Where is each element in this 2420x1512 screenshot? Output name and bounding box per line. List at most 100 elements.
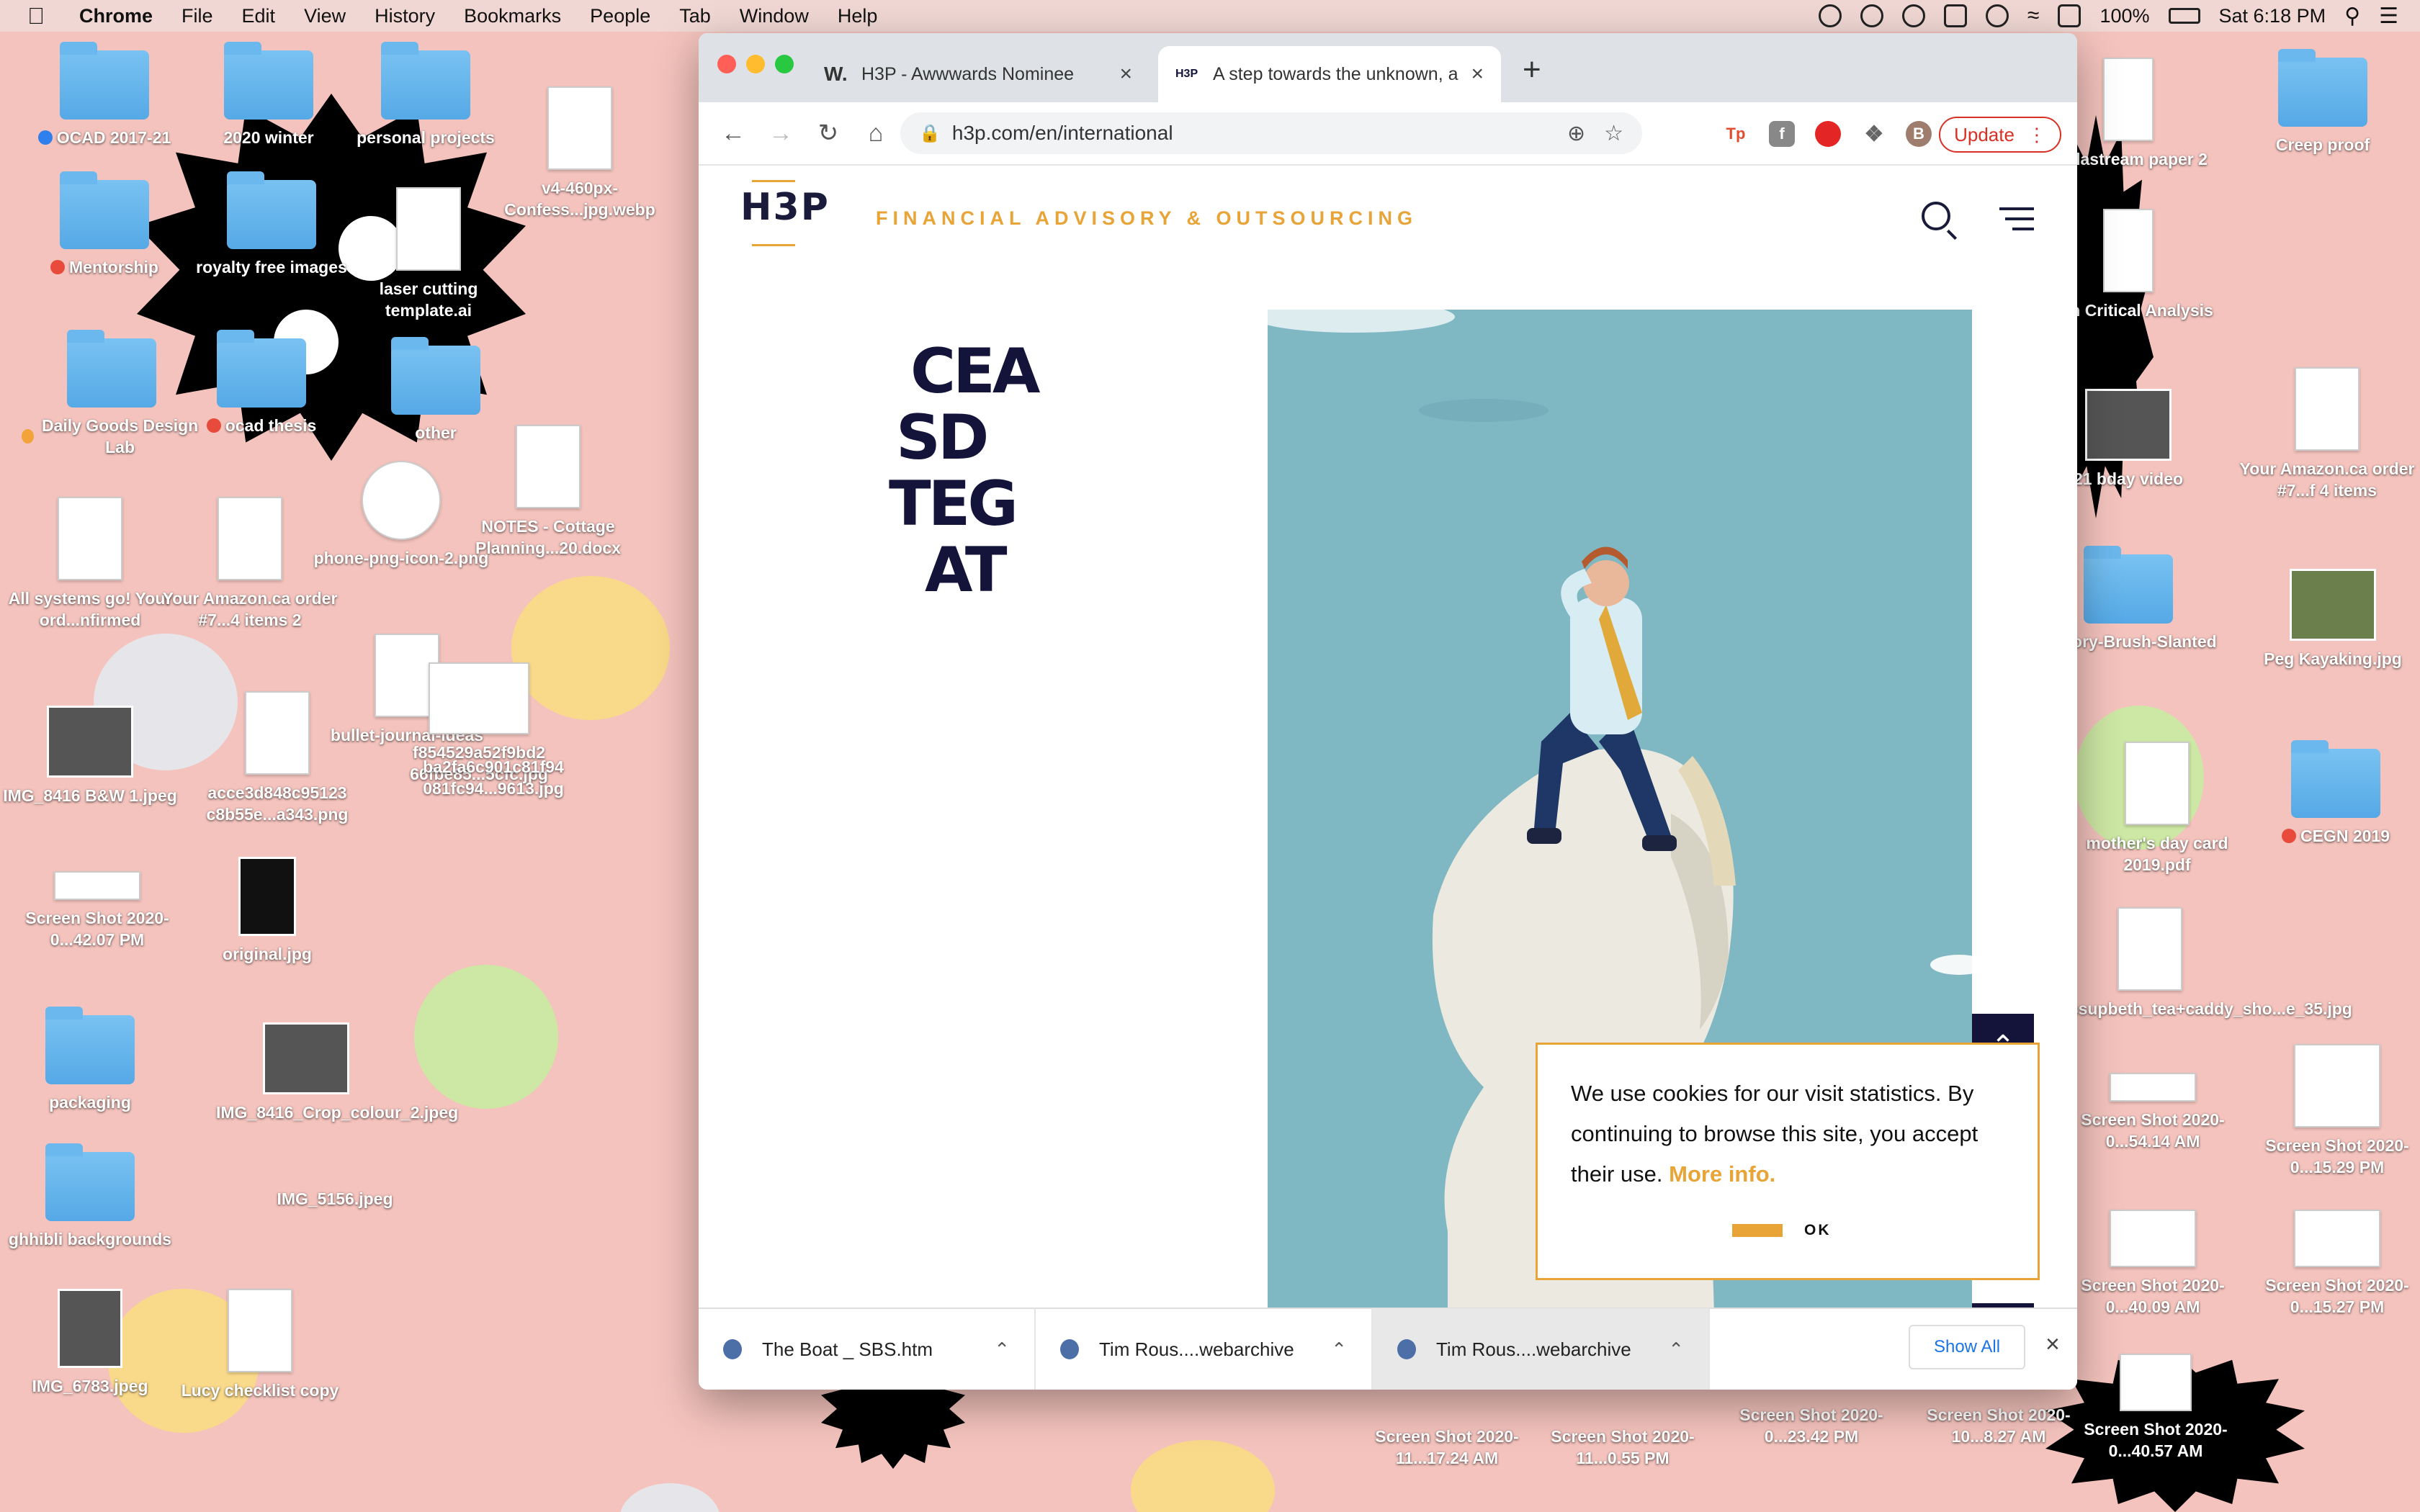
menu-tab[interactable]: Tab	[679, 5, 711, 27]
document-icon	[245, 691, 310, 775]
desktop-folder-personal-projects[interactable]: personal projects	[336, 42, 516, 148]
facebook-extension-icon[interactable]: f	[1769, 121, 1795, 147]
chevron-up-icon[interactable]: ⌃	[1668, 1338, 1684, 1361]
zoom-window-button[interactable]	[775, 55, 794, 73]
site-search-icon[interactable]	[1922, 202, 1950, 230]
bookmark-star-icon[interactable]: ☆	[1604, 121, 1623, 146]
desktop-folder-ocad-thesis[interactable]: ocad thesis	[171, 330, 351, 436]
spotlight-search-icon[interactable]: ⚲	[2344, 4, 2360, 29]
menu-people[interactable]: People	[590, 5, 650, 27]
tab-h3p[interactable]: H3P A step towards the unknown, a ×	[1158, 46, 1501, 102]
apple-menu-icon[interactable]: 	[27, 3, 49, 30]
download-item[interactable]: Tim Rous....webarchive ⌃	[1036, 1308, 1373, 1390]
desktop-file-laser-cutting[interactable]: laser cutting template.ai	[339, 187, 519, 321]
reload-button[interactable]: ↻	[815, 119, 841, 148]
extensions-puzzle-icon[interactable]: ❖	[1861, 121, 1887, 147]
chevron-up-icon[interactable]: ⌃	[994, 1338, 1010, 1361]
clock[interactable]: Sat 6:18 PM	[2219, 5, 2326, 27]
time-machine-icon[interactable]	[1985, 4, 2009, 27]
tp-extension-icon[interactable]: Tp	[1723, 121, 1749, 147]
desktop-file-mothers-day[interactable]: mother's day card 2019.pdf	[2067, 742, 2247, 876]
image-thumbnail-icon	[47, 706, 133, 778]
minimize-window-button[interactable]	[746, 55, 765, 73]
creative-cloud-icon[interactable]	[1818, 4, 1842, 27]
download-item[interactable]: The Boat _ SBS.htm ⌃	[699, 1308, 1036, 1390]
desktop-file-screenshot-4009[interactable]: Screen Shot 2020-0...40.09 AM	[2063, 1210, 2243, 1318]
desktop-file-screenshot-1527[interactable]: Screen Shot 2020-0...15.27 PM	[2247, 1210, 2420, 1318]
update-button[interactable]: Update ⋮	[1939, 117, 2061, 153]
adobe-icon[interactable]	[1901, 4, 1925, 27]
desktop-file-screenshot-0055[interactable]: Screen Shot 2020-11...0.55 PM	[1533, 1418, 1713, 1469]
forward-button[interactable]: →	[768, 120, 794, 148]
desktop-folder-ocad[interactable]: OCAD 2017-21	[14, 42, 194, 148]
desktop-file-img-5156[interactable]: IMG_5156.jpeg	[245, 1181, 425, 1210]
desktop-file-screenshot-0827[interactable]: Screen Shot 2020-10...8.27 AM	[1909, 1397, 2089, 1447]
desktop-file-amazon-order-4[interactable]: Your Amazon.ca order #7...f 4 items	[2237, 367, 2417, 501]
menu-help[interactable]: Help	[838, 5, 878, 27]
menu-app-chrome[interactable]: Chrome	[79, 5, 153, 27]
address-bar[interactable]: 🔒 h3p.com/en/international ⊕ ☆	[900, 112, 1642, 154]
desktop-file-amazon-order[interactable]: Your Amazon.ca order #7...4 items 2	[160, 497, 340, 631]
desktop-file-ba2fa6[interactable]: ba2fa6c901c81f94 081fc94...9613.jpg	[403, 749, 583, 799]
desktop-folder-creep-proof[interactable]: Creep proof	[2233, 49, 2413, 156]
image-thumbnail-icon	[238, 857, 296, 936]
show-all-downloads-button[interactable]: Show All	[1909, 1325, 2025, 1369]
bbedit-icon[interactable]	[1943, 4, 1967, 27]
desktop-folder-royalty-free[interactable]: royalty free images	[182, 171, 362, 278]
adblock-extension-icon[interactable]	[1815, 121, 1841, 147]
hamburger-menu-icon[interactable]	[1999, 207, 2034, 238]
menu-edit[interactable]: Edit	[242, 5, 276, 27]
menu-view[interactable]: View	[304, 5, 346, 27]
add-icon[interactable]: ⊕	[1567, 121, 1585, 146]
battery-icon[interactable]	[2168, 8, 2200, 24]
new-tab-button[interactable]: +	[1523, 52, 1541, 88]
chevron-up-icon[interactable]: ⌃	[1331, 1338, 1347, 1361]
menu-window[interactable]: Window	[740, 5, 809, 27]
back-button[interactable]: ←	[720, 120, 746, 148]
h3p-logo[interactable]: H3P	[740, 180, 830, 246]
desktop-file-img-8416-crop[interactable]: IMG_8416_Crop_colour_2.jpeg	[216, 1022, 458, 1123]
url-text[interactable]: h3p.com/en/international	[952, 122, 1549, 145]
notification-center-icon[interactable]: ☰	[2379, 4, 2398, 29]
wifi-icon[interactable]: ≈	[2027, 4, 2039, 28]
desktop-file-essupbeth[interactable]: essupbeth_tea+caddy_sho...e_35.jpg	[2060, 907, 2352, 1020]
home-button[interactable]: ⌂	[863, 120, 889, 148]
desktop-folder-mentorship[interactable]: Mentorship	[14, 171, 194, 278]
close-downloads-bar-icon[interactable]: ×	[2045, 1331, 2060, 1359]
site-tagline: FINANCIAL ADVISORY & OUTSOURCING	[876, 207, 1418, 229]
profile-avatar[interactable]: B	[1906, 121, 1932, 147]
desktop-file-screenshot-2342[interactable]: Screen Shot 2020-0...23.42 PM	[1721, 1397, 1901, 1447]
menu-bookmarks[interactable]: Bookmarks	[464, 5, 561, 27]
menu-history[interactable]: History	[375, 5, 435, 27]
lock-icon[interactable]: 🔒	[919, 123, 941, 144]
vpn-icon[interactable]	[1860, 4, 1883, 27]
desktop-file-original-jpg[interactable]: original.jpg	[177, 857, 357, 965]
desktop-folder-packaging[interactable]: packaging	[0, 1007, 180, 1113]
desktop-file-all-systems-go[interactable]: All systems go! Your ord...nfirmed	[0, 497, 180, 631]
file-icon	[1060, 1339, 1079, 1359]
close-window-button[interactable]	[717, 55, 736, 73]
desktop-folder-cegn[interactable]: CEGN 2019	[2246, 740, 2420, 847]
desktop-file-img-8416-bw[interactable]: IMG_8416 B&W 1.jpeg	[0, 706, 180, 806]
cookie-more-info-link[interactable]: More info.	[1669, 1161, 1775, 1187]
yellow-flower-decoration	[1131, 1440, 1275, 1512]
tab-awwwards[interactable]: W. H3P - Awwwards Nominee ×	[807, 46, 1150, 102]
desktop-file-screenshot-1529[interactable]: Screen Shot 2020-0...15.29 PM	[2247, 1044, 2420, 1178]
desktop-file-lucy-checklist[interactable]: Lucy checklist copy	[170, 1289, 350, 1401]
airplay-icon[interactable]	[2058, 4, 2081, 27]
desktop-file-img-6783[interactable]: IMG_6783.jpeg	[0, 1289, 180, 1397]
download-item[interactable]: Tim Rous....webarchive ⌃	[1373, 1308, 1710, 1390]
desktop-file-screenshot-4207[interactable]: Screen Shot 2020-0...42.07 PM	[7, 871, 187, 950]
desktop-file-screenshot-5414[interactable]: Screen Shot 2020-0...54.14 AM	[2063, 1073, 2243, 1152]
desktop-folder-ghhibli[interactable]: ghhibli backgrounds	[0, 1143, 180, 1250]
tag-dot-icon	[37, 130, 53, 145]
desktop-file-screenshot-1724[interactable]: Screen Shot 2020-11...17.24 AM	[1357, 1418, 1537, 1469]
status-area: ≈ 100% Sat 6:18 PM ⚲ ☰	[1818, 0, 2398, 32]
tab-close-icon[interactable]: ×	[1119, 62, 1132, 86]
desktop-folder-2020-winter[interactable]: 2020 winter	[179, 42, 359, 148]
menu-file[interactable]: File	[182, 5, 213, 27]
desktop-file-screenshot-4057[interactable]: Screen Shot 2020-0...40.57 AM	[2066, 1354, 2246, 1462]
desktop-file-peg-kayaking[interactable]: Peg Kayaking.jpg	[2243, 569, 2420, 670]
tab-close-icon[interactable]: ×	[1471, 62, 1484, 86]
cookie-ok-button[interactable]: OK	[1732, 1222, 1832, 1239]
